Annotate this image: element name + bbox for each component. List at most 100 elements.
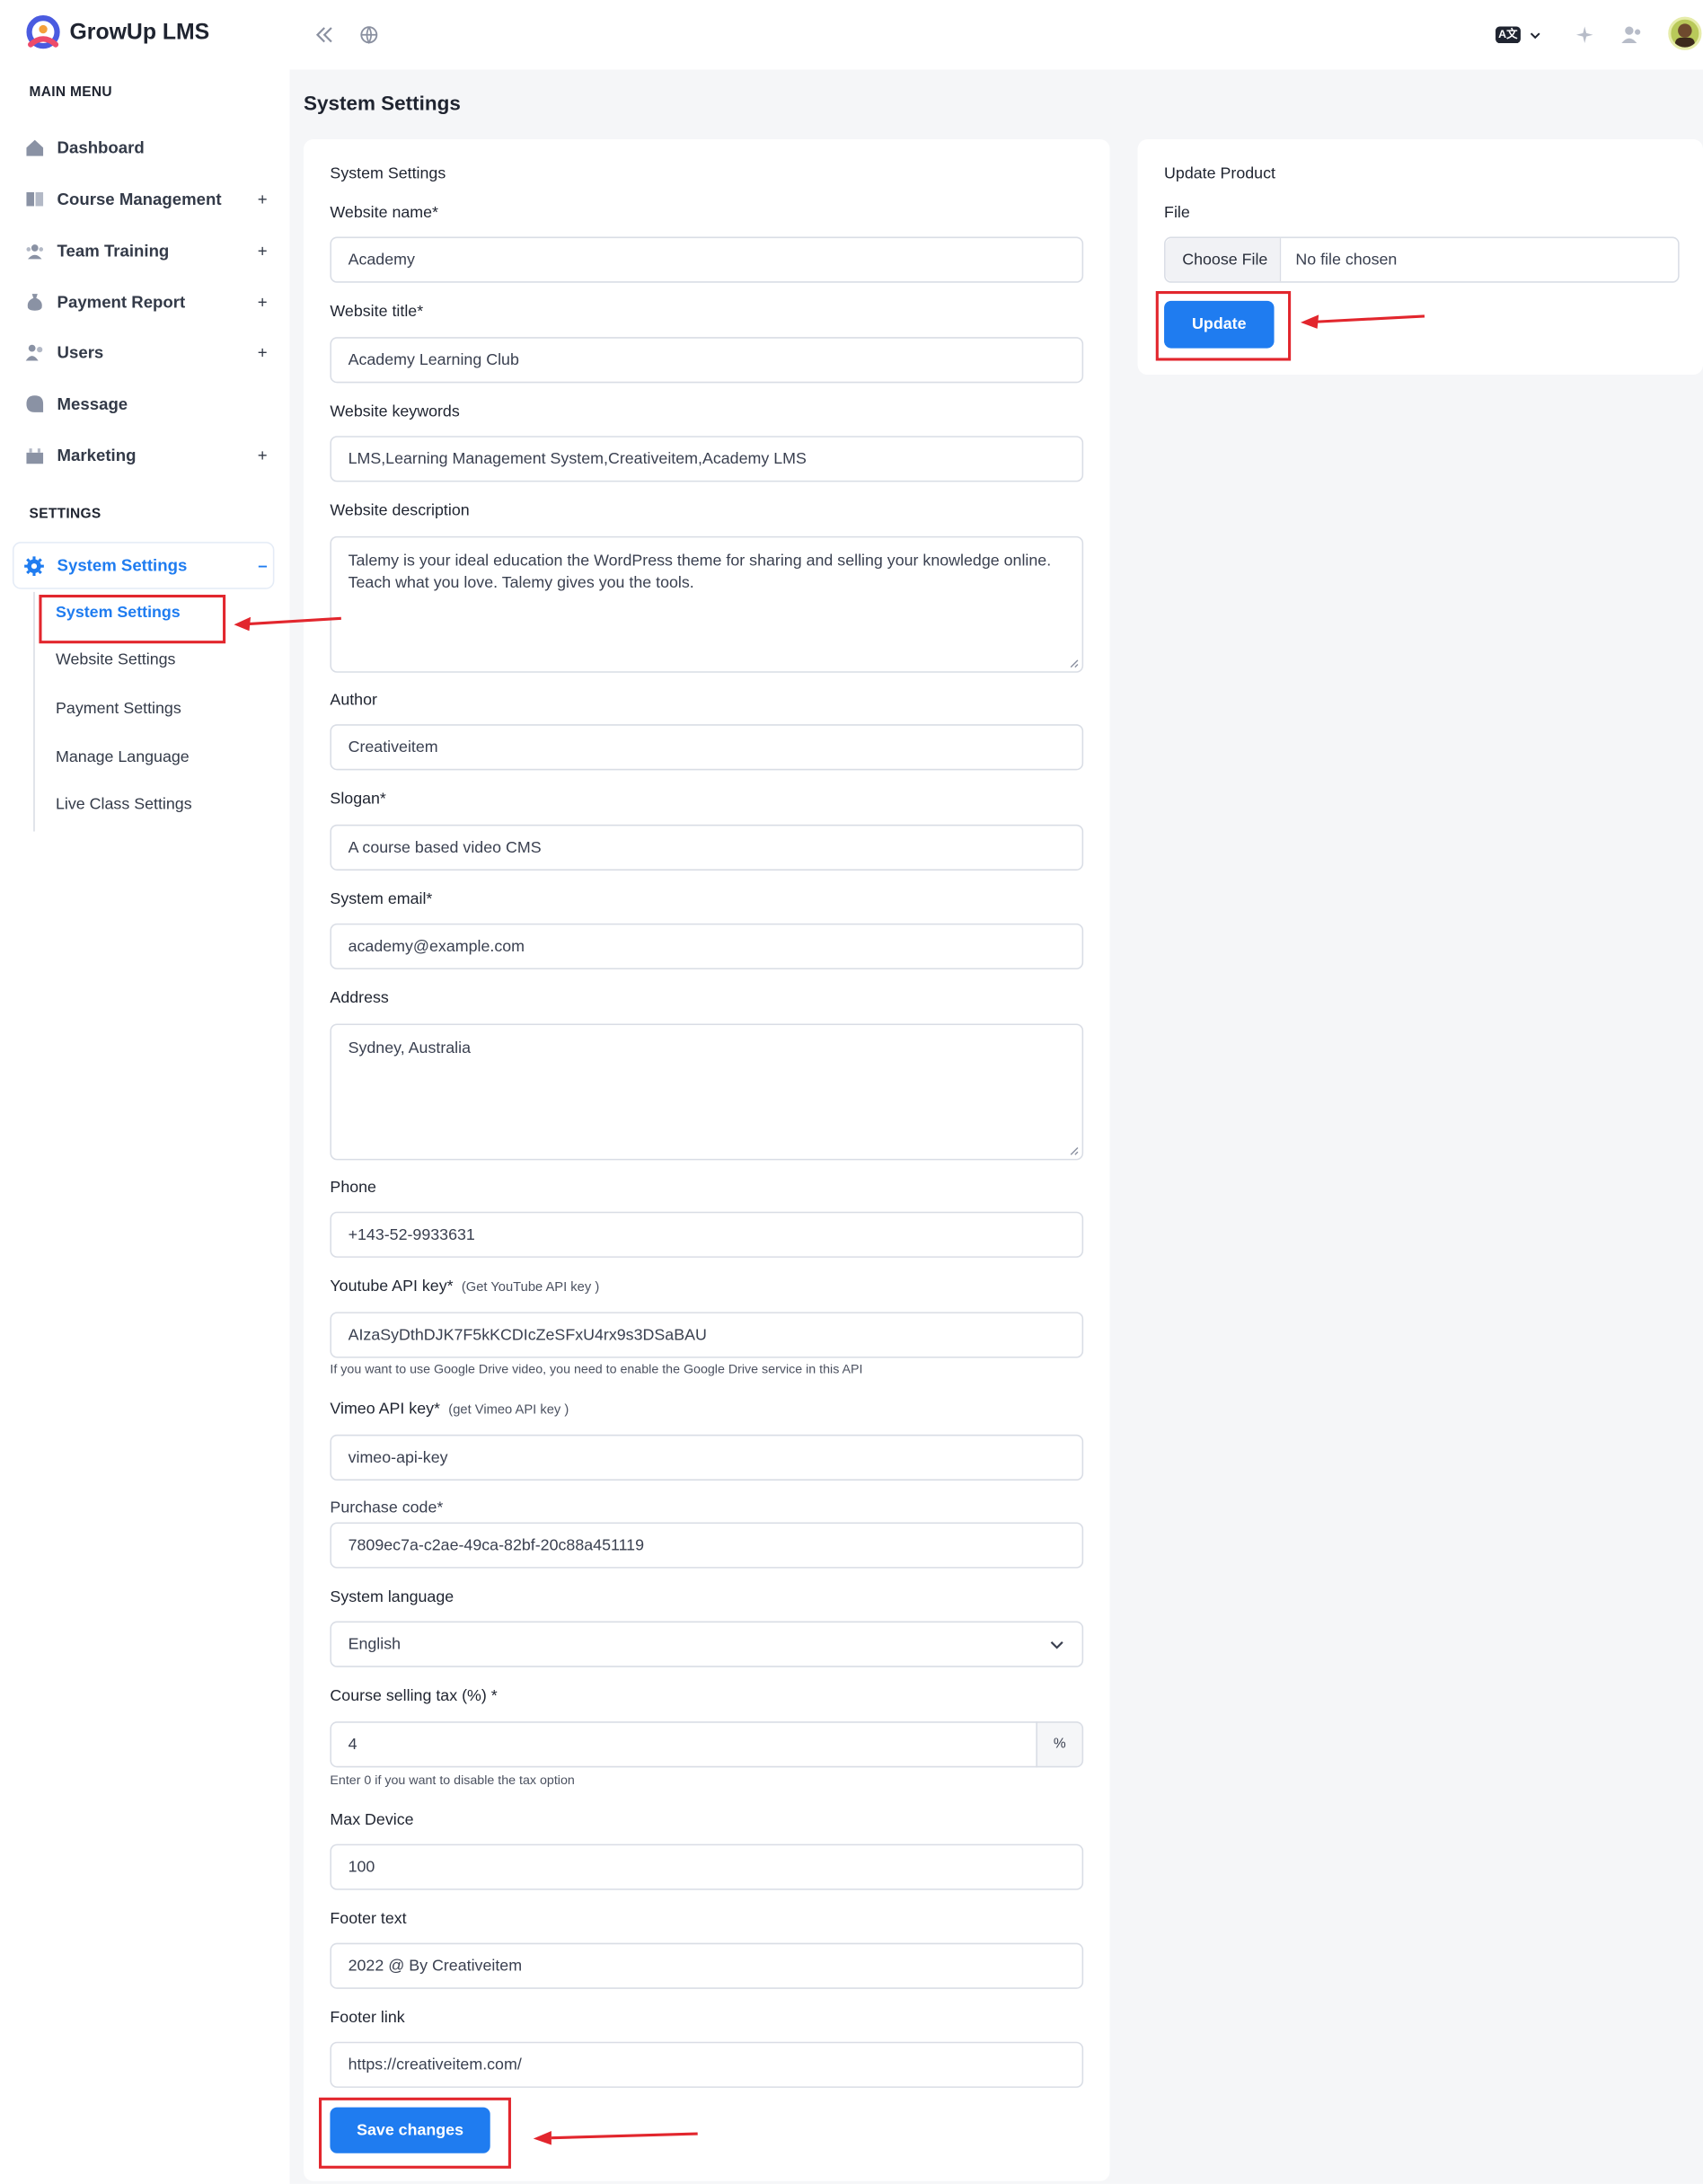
- sidebar-item-dashboard[interactable]: Dashboard: [23, 131, 267, 164]
- annotation-arrow-icon: [1300, 314, 1425, 329]
- system-email-input[interactable]: academy@example.com: [330, 923, 1084, 970]
- users-icon: [23, 342, 44, 363]
- vimeo-api-key-input[interactable]: vimeo-api-key: [330, 1434, 1084, 1481]
- author-input[interactable]: Creativeitem: [330, 724, 1084, 771]
- message-icon: [23, 393, 44, 414]
- youtube-api-key-label-text: Youtube API key*: [330, 1278, 454, 1295]
- expand-icon[interactable]: +: [258, 446, 268, 465]
- collapse-sidebar-icon[interactable]: [309, 20, 340, 50]
- author-label: Author: [330, 692, 377, 710]
- sidebar-subitem-manage-language[interactable]: Manage Language: [56, 749, 190, 766]
- sidebar-item-label: Marketing: [57, 446, 137, 465]
- website-keywords-input[interactable]: LMS,Learning Management System,Creativei…: [330, 436, 1084, 482]
- sidebar-item-label: Course Management: [57, 189, 222, 209]
- sidebar-item-payment-report[interactable]: Payment Report +: [23, 286, 268, 319]
- sidebar-item-course-management[interactable]: Course Management +: [23, 182, 268, 216]
- language-selector[interactable]: A文: [1496, 20, 1554, 50]
- home-icon: [23, 137, 44, 158]
- chevron-down-icon: [1530, 31, 1540, 39]
- top-bar: GrowUp LMS A文: [0, 0, 1703, 70]
- footer-link-input[interactable]: https://creativeitem.com/: [330, 2041, 1084, 2088]
- settings-title: SETTINGS: [29, 507, 101, 523]
- sidebar-item-message[interactable]: Message: [23, 387, 267, 420]
- sidebar-group-label: System Settings: [57, 555, 188, 576]
- sidebar-item-team-training[interactable]: Team Training +: [23, 234, 268, 267]
- expand-icon[interactable]: +: [258, 241, 268, 261]
- max-device-input[interactable]: 100: [330, 1844, 1084, 1890]
- sidebar-item-label: Users: [57, 342, 104, 363]
- course-selling-tax-input[interactable]: 4: [330, 1721, 1037, 1768]
- system-email-label: System email*: [330, 891, 433, 908]
- resize-grip-icon[interactable]: [1070, 1146, 1080, 1156]
- website-name-label: Website name*: [330, 204, 439, 222]
- purchase-code-label: Purchase code*: [330, 1499, 444, 1517]
- footer-text-input[interactable]: 2022 @ By Creativeitem: [330, 1942, 1084, 1989]
- percent-addon: %: [1036, 1721, 1084, 1768]
- course-selling-tax-help: Enter 0 if you want to disable the tax o…: [330, 1773, 575, 1788]
- expand-icon[interactable]: +: [258, 342, 268, 362]
- brand[interactable]: GrowUp LMS: [23, 14, 209, 53]
- website-name-input[interactable]: Academy: [330, 236, 1084, 283]
- sidebar-subitem-website-settings[interactable]: Website Settings: [56, 652, 175, 669]
- sparkle-icon[interactable]: [1569, 20, 1600, 50]
- sidebar-item-users[interactable]: Users +: [23, 336, 268, 369]
- course-selling-tax-label: Course selling tax (%) *: [330, 1687, 498, 1705]
- youtube-api-key-help: If you want to use Google Drive video, y…: [330, 1362, 863, 1376]
- brand-name: GrowUp LMS: [69, 21, 210, 45]
- avatar[interactable]: [1668, 16, 1702, 50]
- expand-icon[interactable]: +: [258, 190, 268, 209]
- sidebar: [0, 69, 290, 789]
- annotation-arrow-icon: [234, 616, 341, 632]
- submenu-line: [33, 591, 35, 832]
- choose-file-button[interactable]: Choose File: [1165, 238, 1282, 282]
- website-description-label: Website description: [330, 502, 470, 520]
- file-input[interactable]: Choose File No file chosen: [1164, 236, 1680, 283]
- website-keywords-label: Website keywords: [330, 403, 460, 421]
- slogan-label: Slogan*: [330, 791, 386, 809]
- vimeo-api-key-label: Vimeo API key* (get Vimeo API key ): [330, 1401, 569, 1419]
- website-description-textarea[interactable]: Talemy is your ideal education the WordP…: [330, 535, 1084, 673]
- youtube-api-key-input[interactable]: AIzaSyDthDJK7F5kKCDIcZeSFxU4rx9s3DSaBAU: [330, 1312, 1084, 1358]
- system-language-value: English: [348, 1635, 401, 1653]
- resize-grip-icon[interactable]: [1070, 659, 1080, 668]
- slogan-input[interactable]: A course based video CMS: [330, 824, 1084, 871]
- sidebar-item-label: Message: [57, 393, 128, 414]
- book-icon: [23, 189, 44, 209]
- annotation-highlight-system-settings: [39, 594, 226, 644]
- address-label: Address: [330, 990, 389, 1007]
- globe-icon[interactable]: [354, 20, 384, 50]
- vimeo-api-key-link[interactable]: (get Vimeo API key ): [448, 1402, 569, 1418]
- money-bag-icon: [23, 292, 44, 313]
- footer-link-label: Footer link: [330, 2010, 405, 2027]
- brand-logo-icon: [26, 15, 60, 49]
- team-icon: [23, 240, 44, 261]
- system-language-label: System language: [330, 1588, 454, 1606]
- website-title-input[interactable]: Academy Learning Club: [330, 337, 1084, 384]
- gear-icon: [23, 555, 44, 576]
- annotation-highlight-update: [1155, 291, 1292, 361]
- sidebar-subitem-live-class-settings[interactable]: Live Class Settings: [56, 797, 192, 814]
- sidebar-item-label: Dashboard: [57, 137, 145, 158]
- website-description-text: Talemy is your ideal education the WordP…: [348, 553, 1052, 592]
- sidebar-group-header[interactable]: System Settings –: [23, 549, 268, 582]
- collapse-icon[interactable]: –: [258, 556, 267, 576]
- sidebar-subitem-payment-settings[interactable]: Payment Settings: [56, 701, 181, 718]
- form-heading: System Settings: [330, 165, 446, 183]
- max-device-label: Max Device: [330, 1811, 414, 1829]
- expand-icon[interactable]: +: [258, 293, 268, 313]
- update-product-heading: Update Product: [1164, 165, 1275, 183]
- annotation-highlight-save: [319, 2097, 511, 2169]
- vimeo-api-key-label-text: Vimeo API key*: [330, 1401, 440, 1419]
- translate-icon: A文: [1496, 26, 1521, 44]
- system-language-select[interactable]: English: [330, 1621, 1084, 1667]
- purchase-code-input[interactable]: 7809ec7a-c2ae-49ca-82bf-20c88a451119: [330, 1522, 1084, 1569]
- user-profile-icon[interactable]: [1617, 20, 1647, 50]
- address-textarea[interactable]: Sydney, Australia: [330, 1023, 1084, 1161]
- phone-input[interactable]: +143-52-9933631: [330, 1211, 1084, 1258]
- phone-label: Phone: [330, 1180, 376, 1197]
- annotation-arrow-icon: [533, 2130, 698, 2145]
- youtube-api-key-link[interactable]: (Get YouTube API key ): [462, 1280, 599, 1295]
- file-status: No file chosen: [1295, 251, 1398, 269]
- file-label: File: [1164, 204, 1190, 222]
- sidebar-item-marketing[interactable]: Marketing +: [23, 438, 268, 472]
